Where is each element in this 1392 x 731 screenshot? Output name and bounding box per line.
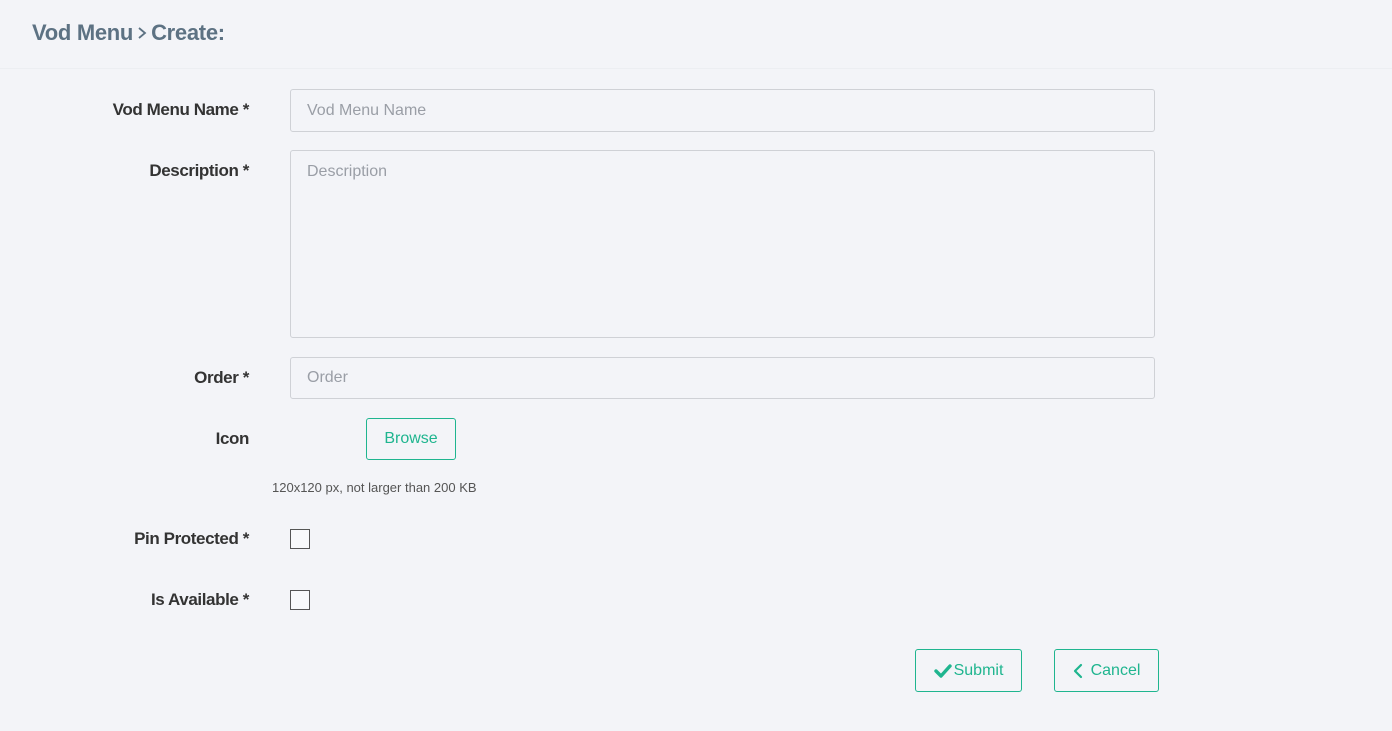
order-input[interactable] <box>290 357 1155 399</box>
submit-button[interactable]: Submit <box>915 649 1022 692</box>
page: Vod Menu Create: Vod Menu Name * Descrip… <box>0 0 1392 731</box>
cancel-button[interactable]: Cancel <box>1054 649 1159 692</box>
check-icon <box>933 663 952 679</box>
pin-protected-checkbox[interactable] <box>290 529 310 549</box>
description-label: Description * <box>149 161 249 180</box>
pin-protected-label: Pin Protected * <box>134 529 249 548</box>
submit-button-label: Submit <box>953 661 1004 679</box>
breadcrumb-current: Create: <box>151 20 225 45</box>
browse-button[interactable]: Browse <box>366 418 456 460</box>
browse-button-label: Browse <box>384 430 438 447</box>
description-input[interactable] <box>290 150 1155 338</box>
is-available-checkbox[interactable] <box>290 590 310 610</box>
cancel-button-label: Cancel <box>1090 661 1141 679</box>
vod-menu-name-label: Vod Menu Name * <box>112 100 250 119</box>
is-available-label: Is Available * <box>150 590 249 609</box>
icon-label: Icon <box>215 429 250 448</box>
icon-hint: 120x120 px, not larger than 200 KB <box>272 480 477 495</box>
breadcrumb: Vod Menu Create: <box>32 20 225 46</box>
vod-menu-name-input[interactable] <box>290 89 1155 132</box>
order-label: Order * <box>194 368 249 387</box>
header-divider <box>0 68 1392 69</box>
chevron-right-icon <box>137 26 147 40</box>
chevron-left-icon <box>1073 663 1083 679</box>
breadcrumb-parent[interactable]: Vod Menu <box>32 20 133 46</box>
